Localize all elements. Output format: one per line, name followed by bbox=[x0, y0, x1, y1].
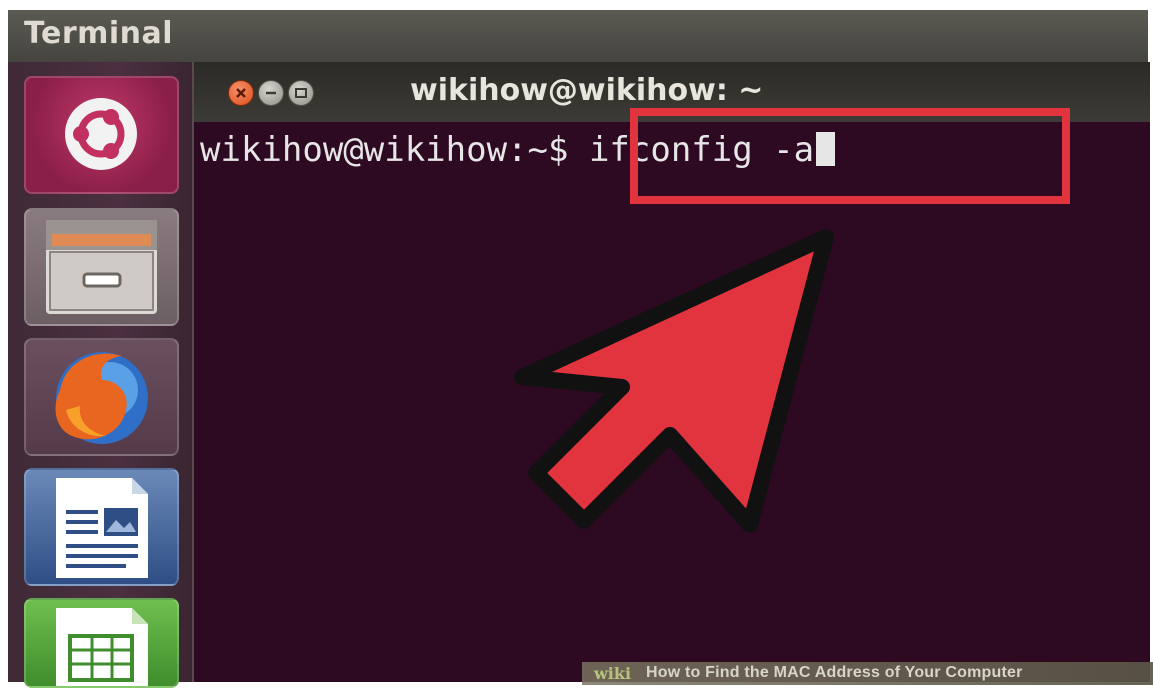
close-icon bbox=[236, 88, 246, 98]
maximize-icon bbox=[295, 88, 307, 98]
firefox-icon bbox=[55, 352, 148, 444]
top-panel: Terminal bbox=[8, 10, 1148, 62]
launcher-item-calc[interactable] bbox=[24, 598, 179, 688]
watermark-text: How to Find the MAC Address of Your Comp… bbox=[646, 664, 1023, 681]
maximize-button[interactable] bbox=[288, 80, 314, 106]
watermark-brand: wiki bbox=[594, 664, 632, 683]
terminal-window-title: wikihow@wikihow: ~ bbox=[410, 73, 764, 108]
command-highlight-box bbox=[630, 108, 1070, 204]
launcher bbox=[8, 62, 192, 688]
launcher-item-dash[interactable] bbox=[24, 76, 179, 194]
libreoffice-writer-icon bbox=[56, 478, 148, 578]
watermark-bar: wiki How to Find the MAC Address of Your… bbox=[582, 662, 1153, 685]
minimize-icon bbox=[266, 91, 276, 95]
minimize-button[interactable] bbox=[258, 80, 284, 106]
terminal-prompt: wikihow@wikihow:~$ bbox=[200, 130, 589, 170]
pointer-arrow-icon bbox=[514, 229, 834, 533]
launcher-item-files[interactable] bbox=[24, 208, 179, 326]
libreoffice-calc-icon bbox=[56, 608, 148, 686]
ubuntu-logo-icon bbox=[65, 98, 137, 170]
top-panel-title: Terminal bbox=[24, 16, 174, 51]
launcher-item-writer[interactable] bbox=[24, 468, 179, 586]
close-button[interactable] bbox=[228, 80, 254, 106]
launcher-item-firefox[interactable] bbox=[24, 338, 179, 456]
file-cabinet-icon bbox=[46, 220, 157, 314]
